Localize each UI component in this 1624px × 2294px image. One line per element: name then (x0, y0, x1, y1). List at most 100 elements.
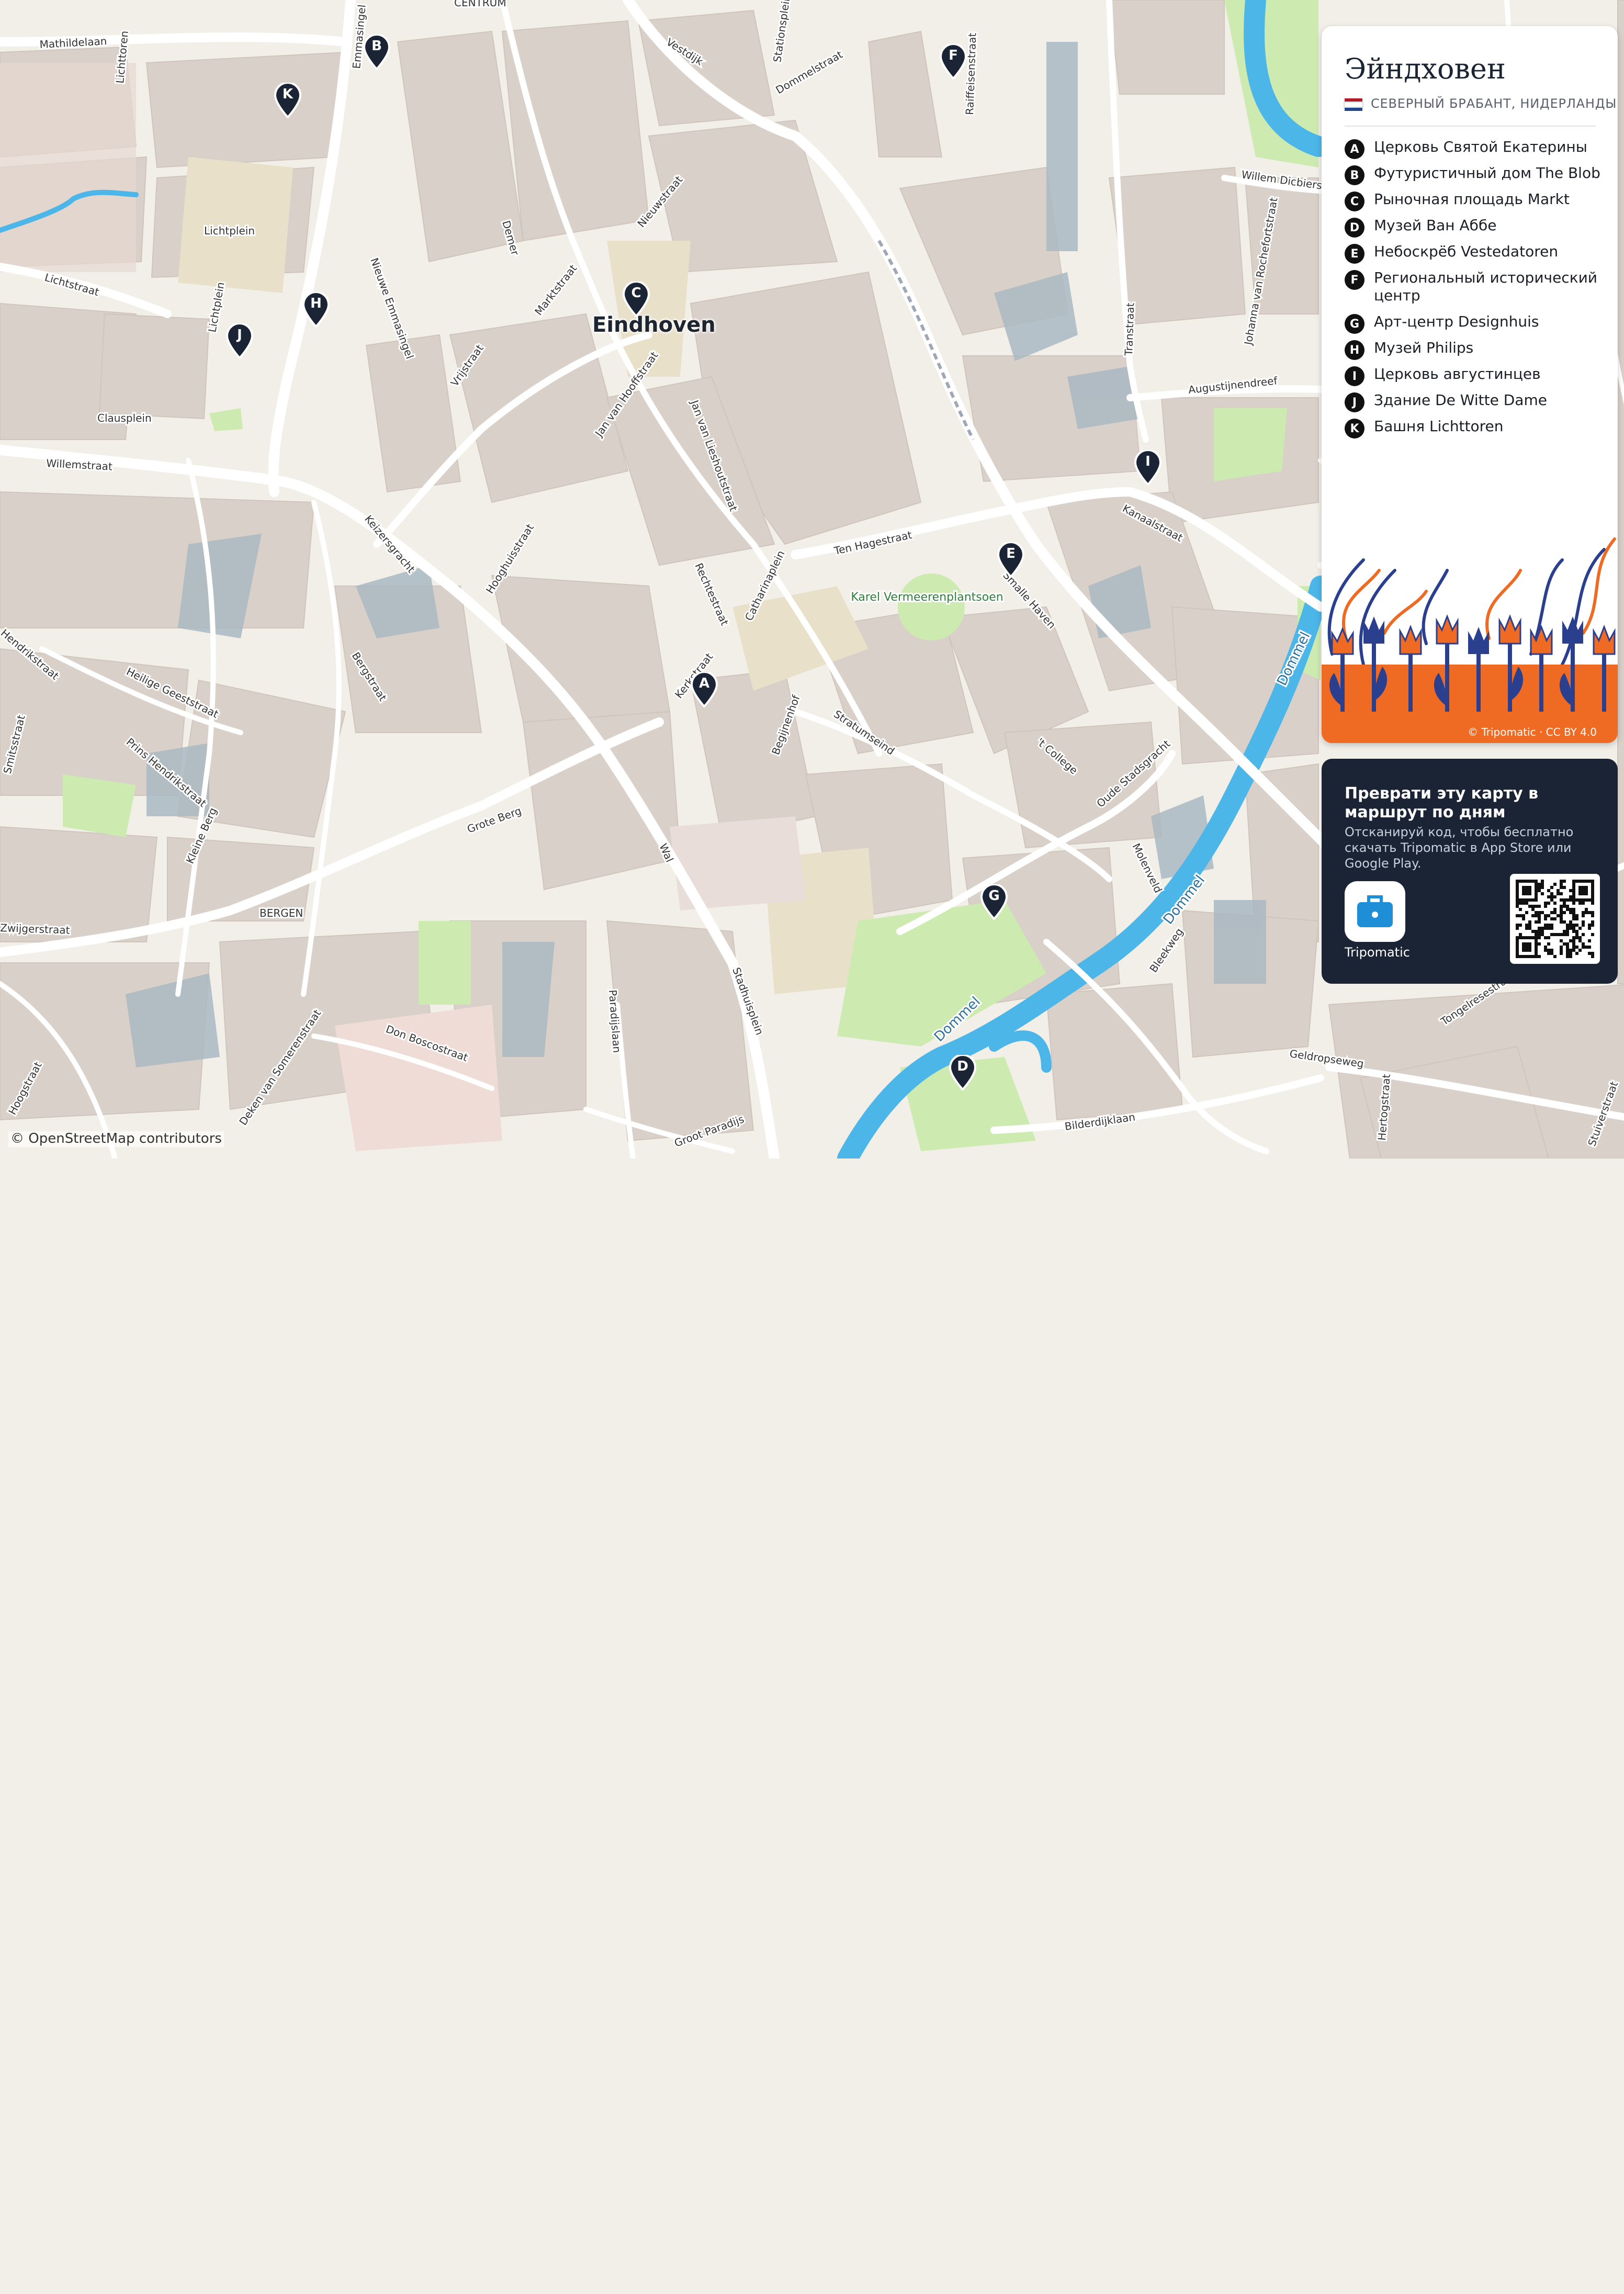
legend-item[interactable]: C Рыночная площадь Markt (1345, 192, 1606, 211)
qr-module (1557, 933, 1560, 936)
qr-module (1538, 933, 1541, 936)
qr-module (1538, 927, 1541, 930)
legend-item-label: Церковь Святой Екатерины (1374, 139, 1587, 156)
qr-module (1585, 946, 1588, 949)
qr-module (1582, 914, 1585, 917)
qr-module (1538, 883, 1541, 886)
qr-module (1550, 933, 1553, 936)
qr-module (1522, 889, 1525, 892)
marker-j[interactable]: J (226, 323, 253, 359)
street-label: Zwijgerstraat (0, 921, 70, 937)
street-label: BERGEN (260, 907, 303, 919)
marker-h[interactable]: H (302, 292, 330, 328)
qr-module (1585, 908, 1588, 911)
qr-module (1528, 886, 1531, 889)
qr-module (1560, 933, 1563, 936)
qr-module (1522, 892, 1525, 895)
qr-module (1516, 895, 1519, 898)
legend-item[interactable]: A Церковь Святой Екатерины (1345, 139, 1606, 159)
legend-badge: J (1345, 392, 1364, 412)
map-attribution[interactable]: © OpenStreetMap contributors (8, 1131, 224, 1147)
qr-module (1519, 955, 1522, 958)
qr-module (1582, 892, 1585, 895)
qr-module (1572, 911, 1575, 914)
qr-module (1566, 927, 1569, 930)
marker-e[interactable]: E (997, 542, 1024, 578)
qr-module (1572, 883, 1575, 886)
marker-g[interactable]: G (980, 884, 1008, 920)
marker-d[interactable]: D (949, 1055, 976, 1090)
qr-module (1557, 892, 1560, 895)
qr-module (1535, 949, 1538, 952)
qr-module (1528, 892, 1531, 895)
legend-item-label: Башня Lichttoren (1374, 419, 1504, 435)
qr-module (1528, 946, 1531, 949)
qr-module (1575, 924, 1578, 927)
tulip-illustration (1322, 537, 1618, 743)
marker-k[interactable]: K (274, 83, 301, 118)
qr-module (1569, 920, 1572, 924)
qr-module (1553, 955, 1557, 958)
qr-module (1528, 889, 1531, 892)
qr-module (1572, 880, 1575, 883)
qr-module (1575, 930, 1578, 933)
qr-module (1535, 942, 1538, 946)
qr-module (1525, 892, 1528, 895)
qr-module (1522, 955, 1525, 958)
qr-module (1585, 898, 1588, 902)
qr-module (1560, 939, 1563, 942)
qr-module (1560, 892, 1563, 895)
tripomatic-app-icon[interactable] (1345, 881, 1405, 942)
marker-b[interactable]: B (363, 35, 390, 70)
legend-list: A Церковь Святой Екатерины B Футуристичный… (1345, 139, 1606, 445)
legend-item[interactable]: K Башня Lichttoren (1345, 419, 1606, 438)
marker-i[interactable]: I (1134, 450, 1161, 486)
qr-module (1547, 949, 1550, 952)
qr-module (1578, 939, 1582, 942)
qr-module (1528, 942, 1531, 946)
qr-module (1541, 880, 1544, 883)
qr-module (1516, 946, 1519, 949)
legend-item[interactable]: H Музей Philips (1345, 340, 1606, 360)
qr-module (1528, 936, 1531, 939)
qr-module (1566, 942, 1569, 946)
qr-module (1591, 911, 1594, 914)
qr-module (1572, 949, 1575, 952)
qr-module (1578, 936, 1582, 939)
marker-f[interactable]: F (940, 44, 967, 80)
qr-module (1528, 955, 1531, 958)
qr-module (1550, 917, 1553, 920)
legend-item[interactable]: I Церковь августинцев (1345, 366, 1606, 386)
qr-module (1569, 939, 1572, 942)
legend-item[interactable]: E Небоскрёб Vestedatoren (1345, 244, 1606, 264)
qr-module (1538, 930, 1541, 933)
qr-module (1516, 924, 1519, 927)
qr-module (1569, 924, 1572, 927)
panel-title: Эйндховен (1345, 53, 1506, 86)
qr-module (1547, 902, 1550, 905)
qr-module (1519, 880, 1522, 883)
qr-module (1572, 914, 1575, 917)
legend-item[interactable]: G Арт-центр Designhuis (1345, 314, 1606, 334)
qr-module (1535, 939, 1538, 942)
qr-module (1585, 880, 1588, 883)
qr-module (1516, 939, 1519, 942)
qr-code[interactable] (1510, 874, 1600, 964)
qr-module (1516, 949, 1519, 952)
legend-item[interactable]: B Футуристичный дом The Blob (1345, 165, 1606, 185)
qr-module (1566, 955, 1569, 958)
qr-module (1591, 914, 1594, 917)
qr-module (1575, 946, 1578, 949)
qr-module (1541, 892, 1544, 895)
qr-module (1525, 889, 1528, 892)
promo-panel: Преврати эту карту в маршрут по дням Отс… (1322, 759, 1618, 984)
legend-item[interactable]: D Музей Ван Аббе (1345, 218, 1606, 238)
legend-item[interactable]: F Региональный исторический центр (1345, 270, 1606, 306)
legend-item[interactable]: J Здание De Witte Dame (1345, 392, 1606, 412)
qr-module (1575, 917, 1578, 920)
marker-a[interactable]: A (691, 672, 718, 707)
qr-module (1541, 911, 1544, 914)
qr-module (1575, 952, 1578, 955)
qr-module (1525, 924, 1528, 927)
qr-module (1531, 898, 1535, 902)
